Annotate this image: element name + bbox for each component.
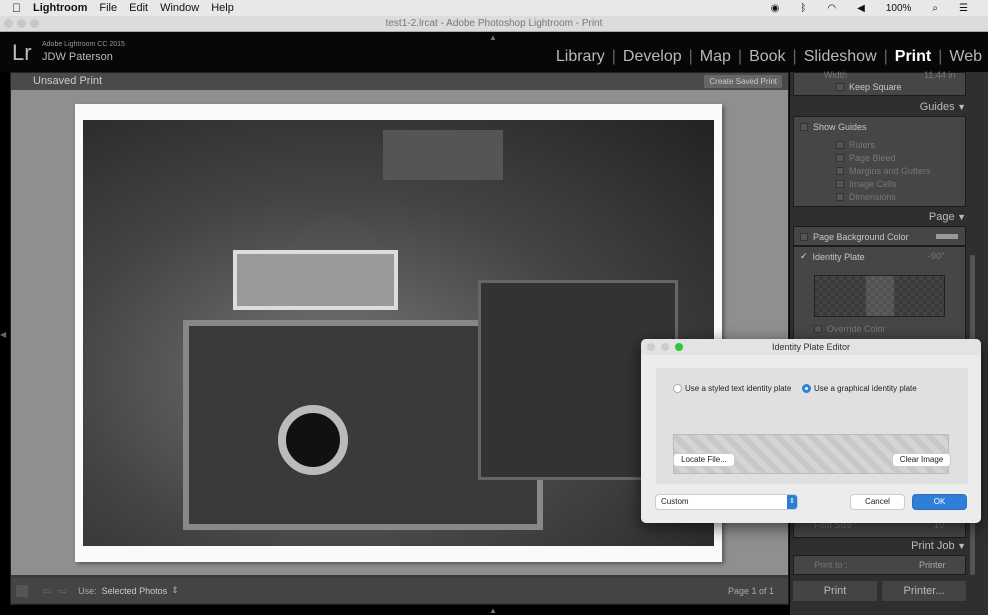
close-window-button[interactable]	[4, 19, 13, 28]
zoom-window-button[interactable]	[30, 19, 39, 28]
next-page-icon[interactable]: ⇨	[58, 584, 68, 598]
radio-styled-text[interactable]: Use a styled text identity plate	[673, 384, 791, 394]
guide-image-cells[interactable]: Image Cells	[836, 179, 897, 189]
collapse-bottom-panel-icon[interactable]: ▲	[489, 606, 497, 615]
menu-help[interactable]: Help	[211, 2, 234, 14]
select-arrows-icon: ⇕	[787, 495, 797, 509]
clear-image-button[interactable]: Clear Image	[893, 454, 950, 466]
ok-button[interactable]: OK	[913, 495, 966, 509]
preset-value: Custom	[661, 497, 689, 506]
module-library[interactable]: Library	[556, 48, 605, 66]
print-title: Unsaved Print	[33, 75, 103, 87]
guides-panel-header[interactable]: Guides	[920, 101, 966, 113]
guide-page-bleed[interactable]: Page Bleed	[836, 153, 896, 163]
show-guides-checkbox[interactable]: Show Guides	[800, 122, 867, 132]
use-label: Use:	[78, 585, 97, 596]
override-color-checkbox[interactable]: Override Color	[814, 324, 886, 334]
module-book[interactable]: Book	[749, 48, 785, 66]
module-web[interactable]: Web	[949, 48, 982, 66]
photo-polaroid-cameras[interactable]	[83, 120, 714, 546]
use-select[interactable]: Selected Photos	[102, 586, 168, 596]
cancel-button[interactable]: Cancel	[851, 495, 904, 509]
module-develop[interactable]: Develop	[623, 48, 682, 66]
dialog-title-bar: Identity Plate Editor	[641, 339, 981, 355]
previous-page-icon[interactable]: ⇦	[42, 584, 52, 598]
create-saved-print-button[interactable]: Create Saved Print	[704, 75, 782, 88]
keep-square-checkbox[interactable]: Keep Square	[836, 82, 902, 92]
identity-rotation[interactable]: -90°	[928, 251, 945, 261]
print-button[interactable]: Print	[793, 581, 877, 601]
dialog-content: Use a styled text identity plate Use a g…	[656, 368, 968, 484]
checkbox-icon[interactable]	[800, 123, 808, 131]
checkbox-icon[interactable]	[836, 83, 844, 91]
identity-plate-section: ✓ Identity Plate -90° Override Color	[793, 246, 966, 346]
print-to-select[interactable]: Printer	[919, 560, 946, 570]
apple-icon[interactable]: 	[12, 1, 21, 15]
camera-lens	[278, 405, 348, 475]
window-title-bar: test1-2.lrcat - Adobe Photoshop Lightroo…	[0, 16, 988, 32]
module-print[interactable]: Print	[895, 48, 931, 66]
print-to-section: Print to : Printer	[793, 555, 966, 575]
menu-bar:  Lightroom File Edit Window Help ◉ ᛒ ◠ …	[0, 0, 988, 16]
wifi-icon[interactable]: ◠	[827, 3, 836, 14]
identity-plate-checkbox[interactable]: ✓ Identity Plate	[800, 251, 865, 262]
module-map[interactable]: Map	[700, 48, 731, 66]
module-slideshow[interactable]: Slideshow	[804, 48, 877, 66]
battery-label[interactable]: 100%	[886, 3, 912, 14]
print-job-panel-header[interactable]: Print Job	[911, 540, 966, 552]
select-arrows-icon: ⇕	[171, 585, 179, 595]
page-bg-section: Page Background Color	[793, 226, 966, 246]
page-bg-checkbox[interactable]: Page Background Color	[800, 232, 909, 242]
lightroom-logo: Lr	[12, 40, 32, 65]
layout-section: Width 11.44 in Keep Square	[793, 70, 966, 96]
list-icon[interactable]: ☰	[959, 3, 968, 14]
page-bg-swatch[interactable]	[936, 234, 958, 239]
collapse-left-panel-icon[interactable]: ◀	[0, 330, 6, 339]
view-toggle-icon[interactable]	[16, 584, 28, 597]
dialog-close-button[interactable]	[647, 343, 655, 351]
page-panel-header[interactable]: Page	[929, 211, 966, 223]
radio-graphical[interactable]: Use a graphical identity plate	[802, 384, 917, 394]
volume-icon[interactable]: ◀	[857, 3, 865, 14]
checkmark-icon: ✓	[800, 251, 808, 261]
toolbar: ⇦ ⇨ Use: Selected Photos ⇕ Page 1 of 1	[11, 578, 788, 603]
minimize-window-button[interactable]	[17, 19, 26, 28]
menu-edit[interactable]: Edit	[129, 2, 148, 14]
guides-section: Show Guides Rulers Page Bleed Margins an…	[793, 116, 966, 207]
dialog-minimize-button[interactable]	[661, 343, 669, 351]
window-title: test1-2.lrcat - Adobe Photoshop Lightroo…	[385, 18, 603, 29]
product-name: Adobe Lightroom CC 2015	[42, 41, 125, 48]
dialog-title: Identity Plate Editor	[771, 342, 851, 352]
dialog-zoom-button[interactable]	[675, 343, 683, 351]
guide-dimensions[interactable]: Dimensions	[836, 192, 896, 202]
show-guides-label: Show Guides	[813, 122, 867, 132]
menu-window[interactable]: Window	[160, 2, 199, 14]
width-value[interactable]: 11.44 in	[924, 70, 955, 80]
page-count: Page 1 of 1	[727, 585, 774, 596]
print-header: Unsaved Print Create Saved Print	[11, 73, 788, 90]
location-icon[interactable]: ◉	[771, 3, 780, 14]
menu-app[interactable]: Lightroom	[33, 2, 87, 14]
camera-background	[383, 130, 503, 180]
collapse-top-panel-icon[interactable]: ▲	[489, 33, 497, 42]
bluetooth-icon[interactable]: ᛒ	[800, 3, 806, 14]
identity-plate-preview[interactable]	[814, 275, 945, 317]
guide-rulers[interactable]: Rulers	[836, 140, 875, 150]
guide-margins[interactable]: Margins and Gutters	[836, 166, 931, 176]
printer-button[interactable]: Printer...	[882, 581, 966, 601]
search-icon[interactable]: ⌕	[932, 3, 938, 14]
menu-file[interactable]: File	[99, 2, 117, 14]
locate-file-button[interactable]: Locate File...	[674, 454, 734, 466]
print-to-label: Print to :	[814, 560, 848, 570]
identity-plate-editor-dialog: Identity Plate Editor Use a styled text …	[641, 339, 981, 523]
identity-name: JDW Paterson	[42, 51, 113, 63]
camera-viewfinder	[233, 250, 398, 310]
width-label: Width	[824, 70, 848, 80]
module-picker: Library | Develop | Map | Book | Slideshow | …	[555, 48, 982, 66]
preset-select[interactable]: Custom ⇕	[656, 495, 797, 509]
keep-square-label: Keep Square	[849, 82, 902, 92]
